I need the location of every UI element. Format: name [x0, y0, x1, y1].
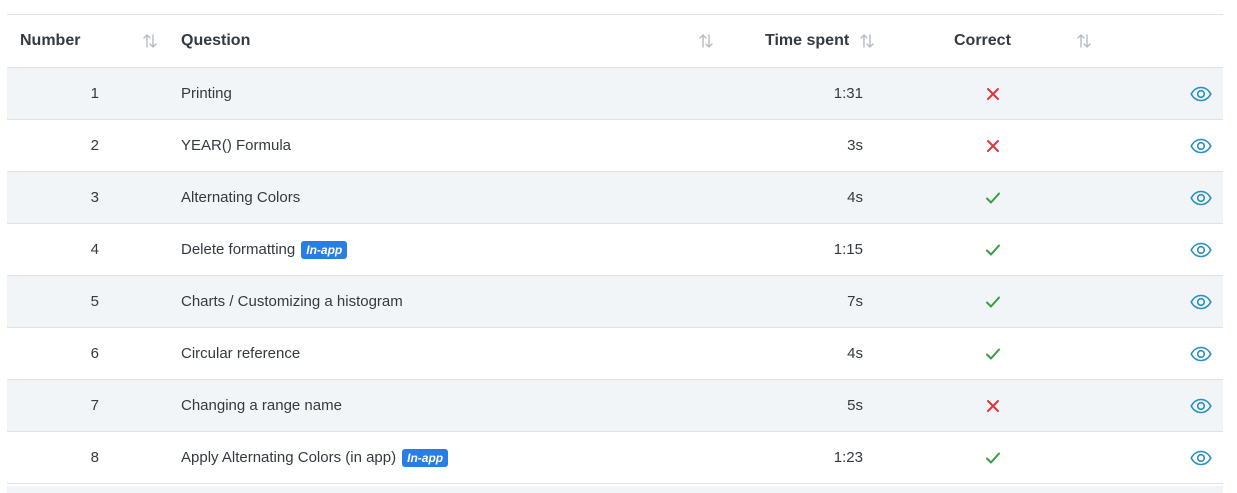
header-correct[interactable]: Correct [954, 15, 1011, 67]
header-number-label: Number [20, 32, 81, 49]
table-header: Number Question Time spent Correct [7, 15, 1223, 68]
row-time-spent: 4s [847, 189, 863, 206]
row-number: 5 [90, 293, 99, 310]
row-time-spent: 7s [847, 293, 863, 310]
header-time-spent[interactable]: Time spent [765, 15, 849, 67]
check-icon [984, 172, 1002, 223]
header-time-spent-label: Time spent [765, 32, 850, 49]
in-app-badge: In-app [402, 448, 449, 467]
eye-icon[interactable] [1189, 224, 1213, 275]
row-question: Circular reference [181, 328, 681, 379]
row-time-spent: 3s [847, 137, 863, 154]
table-row: 3 Alternating Colors 4s [7, 172, 1223, 224]
check-icon [984, 432, 1002, 483]
table-row: 5 Charts / Customizing a histogram 7s [7, 276, 1223, 328]
table-row: 2 YEAR() Formula 3s [7, 120, 1223, 172]
row-number: 2 [90, 137, 99, 154]
results-table: Number Question Time spent Correct 1 Prin… [7, 14, 1223, 484]
row-number: 1 [90, 85, 99, 102]
header-question-label: Question [181, 32, 251, 49]
cross-icon [984, 120, 1002, 171]
row-number: 7 [90, 397, 99, 414]
question-title: Charts / Customizing a histogram [181, 293, 403, 310]
header-number[interactable]: Number [20, 15, 80, 67]
row-question: Delete formatting In-app [181, 224, 681, 275]
row-time-spent: 1:31 [833, 85, 863, 102]
eye-icon[interactable] [1189, 172, 1213, 223]
row-number: 8 [90, 449, 99, 466]
row-time-spent: 1:23 [833, 449, 863, 466]
sort-number-icon[interactable] [141, 32, 159, 50]
row-question: Changing a range name [181, 380, 681, 431]
question-title: Alternating Colors [181, 189, 301, 206]
sort-question-icon[interactable] [697, 32, 715, 50]
table-row: 7 Changing a range name 5s [7, 380, 1223, 432]
table-row: 1 Printing 1:31 [7, 68, 1223, 120]
row-number: 6 [90, 345, 99, 362]
eye-icon[interactable] [1189, 276, 1213, 327]
row-question: YEAR() Formula [181, 120, 681, 171]
eye-icon[interactable] [1189, 328, 1213, 379]
check-icon [984, 224, 1002, 275]
table-row: 4 Delete formatting In-app 1:15 [7, 224, 1223, 276]
question-title: Circular reference [181, 345, 301, 362]
eye-icon[interactable] [1189, 120, 1213, 171]
row-question: Alternating Colors [181, 172, 681, 223]
check-icon [984, 328, 1002, 379]
header-correct-label: Correct [954, 32, 1011, 49]
table-row: 8 Apply Alternating Colors (in app) In-app… [7, 432, 1223, 484]
sort-correct-icon[interactable] [1075, 32, 1093, 50]
check-icon [984, 276, 1002, 327]
eye-icon[interactable] [1189, 432, 1213, 483]
row-question: Apply Alternating Colors (in app) In-app [181, 432, 681, 483]
eye-icon[interactable] [1189, 380, 1213, 431]
next-row-edge [7, 486, 1223, 493]
question-title: Delete formatting [181, 241, 296, 258]
row-time-spent: 1:15 [833, 241, 863, 258]
question-title: Apply Alternating Colors (in app) [181, 449, 397, 466]
cross-icon [984, 68, 1002, 119]
question-title: Printing [181, 85, 232, 102]
eye-icon[interactable] [1189, 68, 1213, 119]
table-row: 6 Circular reference 4s [7, 328, 1223, 380]
question-title: Changing a range name [181, 397, 342, 414]
sort-time-spent-icon[interactable] [858, 32, 876, 50]
row-time-spent: 5s [847, 397, 863, 414]
row-question: Printing [181, 68, 681, 119]
row-number: 3 [90, 189, 99, 206]
in-app-badge: In-app [301, 240, 348, 259]
row-time-spent: 4s [847, 345, 863, 362]
header-question[interactable]: Question [181, 15, 250, 67]
cross-icon [984, 380, 1002, 431]
row-number: 4 [90, 241, 99, 258]
row-question: Charts / Customizing a histogram [181, 276, 681, 327]
table-body: 1 Printing 1:31 2 YEAR() Formula 3s 3 Alternati… [7, 68, 1223, 484]
question-title: YEAR() Formula [181, 137, 292, 154]
